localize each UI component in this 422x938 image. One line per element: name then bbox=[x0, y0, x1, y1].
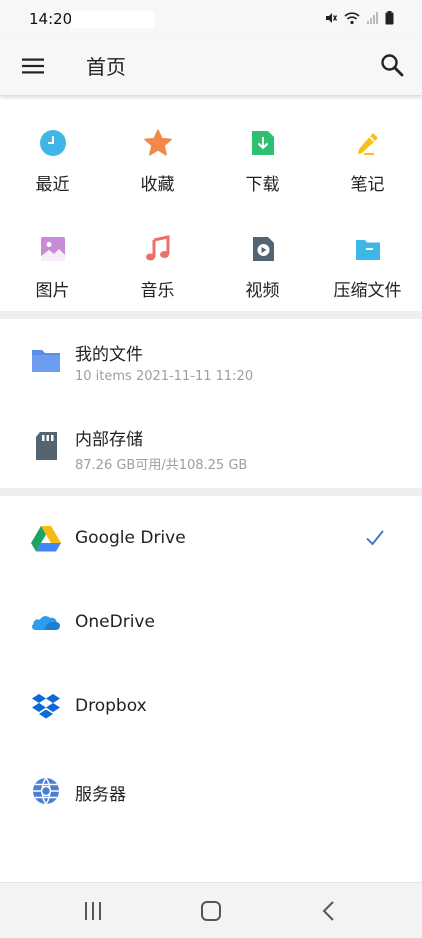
video-icon bbox=[253, 237, 274, 261]
star-icon bbox=[144, 129, 172, 156]
shortcut-label: 图片 bbox=[35, 281, 70, 301]
shortcut-label: 音乐 bbox=[140, 281, 175, 301]
shortcut-archives[interactable]: 压缩文件 bbox=[315, 204, 420, 304]
back-icon bbox=[322, 901, 334, 921]
shortcut-label: 视频 bbox=[245, 281, 280, 301]
storage-subtitle: 87.26 GB可用/共108.25 GB bbox=[75, 458, 248, 473]
recents-icon bbox=[85, 902, 101, 920]
shortcut-music[interactable]: 音乐 bbox=[105, 204, 210, 304]
shortcut-recent[interactable]: 最近 bbox=[0, 98, 105, 198]
clock-icon bbox=[40, 130, 66, 156]
shortcut-label: 压缩文件 bbox=[333, 281, 402, 301]
shortcut-label: 笔记 bbox=[350, 175, 385, 195]
shortcut-favorites[interactable]: 收藏 bbox=[105, 98, 210, 198]
shortcut-label: 收藏 bbox=[140, 175, 175, 195]
menu-icon bbox=[22, 58, 44, 74]
shortcut-label: 下载 bbox=[245, 175, 280, 195]
home-icon bbox=[201, 901, 221, 921]
storage-title: 内部存储 bbox=[75, 430, 143, 450]
storage-title: 我的文件 bbox=[75, 345, 143, 365]
download-icon bbox=[252, 131, 274, 155]
back-button[interactable] bbox=[316, 899, 342, 923]
cloud-title: Google Drive bbox=[75, 528, 186, 548]
music-icon bbox=[146, 235, 170, 261]
system-nav-bar bbox=[0, 882, 422, 938]
folder-icon bbox=[32, 350, 60, 372]
shortcut-videos[interactable]: 视频 bbox=[210, 204, 315, 304]
google-drive-icon bbox=[31, 526, 61, 552]
home-button[interactable] bbox=[198, 899, 224, 923]
recents-button[interactable] bbox=[80, 899, 106, 923]
status-notification-area bbox=[71, 11, 154, 28]
section-divider bbox=[0, 311, 422, 319]
wifi-icon bbox=[344, 12, 360, 25]
storage-item-internal[interactable]: 内部存储 87.26 GB可用/共108.25 GB bbox=[0, 406, 422, 490]
shortcut-notes[interactable]: 笔记 bbox=[315, 98, 420, 198]
archive-icon bbox=[356, 240, 380, 260]
shortcut-downloads[interactable]: 下载 bbox=[210, 98, 315, 198]
shortcut-grid: 最近 收藏 下载 笔记 图片 音乐 视频 压缩文件 bbox=[0, 98, 422, 310]
storage-subtitle: 10 items 2021-11-11 11:20 bbox=[75, 369, 254, 384]
status-time: 14:20 bbox=[29, 10, 73, 28]
shortcut-images[interactable]: 图片 bbox=[0, 204, 105, 304]
cloud-item-onedrive[interactable]: OneDrive bbox=[0, 580, 422, 664]
cloud-title: Dropbox bbox=[75, 696, 147, 716]
storage-item-my-files[interactable]: 我的文件 10 items 2021-11-11 11:20 bbox=[0, 322, 422, 406]
dropbox-icon bbox=[32, 694, 60, 719]
cloud-item-server[interactable]: 服务器 bbox=[0, 748, 422, 832]
pencil-icon bbox=[358, 133, 378, 155]
image-icon bbox=[41, 237, 65, 261]
shortcut-label: 最近 bbox=[35, 175, 70, 195]
sd-card-icon bbox=[36, 432, 57, 460]
status-bar: 14:20 bbox=[0, 0, 422, 38]
search-button[interactable] bbox=[378, 51, 406, 79]
onedrive-icon bbox=[32, 616, 61, 630]
search-icon bbox=[381, 54, 404, 77]
signal-icon bbox=[367, 12, 378, 24]
battery-icon bbox=[385, 11, 394, 25]
cloud-title: OneDrive bbox=[75, 612, 155, 632]
server-globe-icon bbox=[33, 777, 59, 805]
mute-icon bbox=[326, 13, 338, 23]
cloud-item-google-drive[interactable]: Google Drive bbox=[0, 496, 422, 580]
menu-button[interactable] bbox=[20, 53, 46, 79]
cloud-item-dropbox[interactable]: Dropbox bbox=[0, 664, 422, 748]
status-icons bbox=[324, 11, 394, 25]
section-divider bbox=[0, 488, 422, 496]
check-icon bbox=[366, 530, 384, 546]
page-title: 首页 bbox=[86, 55, 126, 79]
cloud-title: 服务器 bbox=[75, 785, 126, 805]
app-bar: 首页 bbox=[0, 38, 422, 96]
